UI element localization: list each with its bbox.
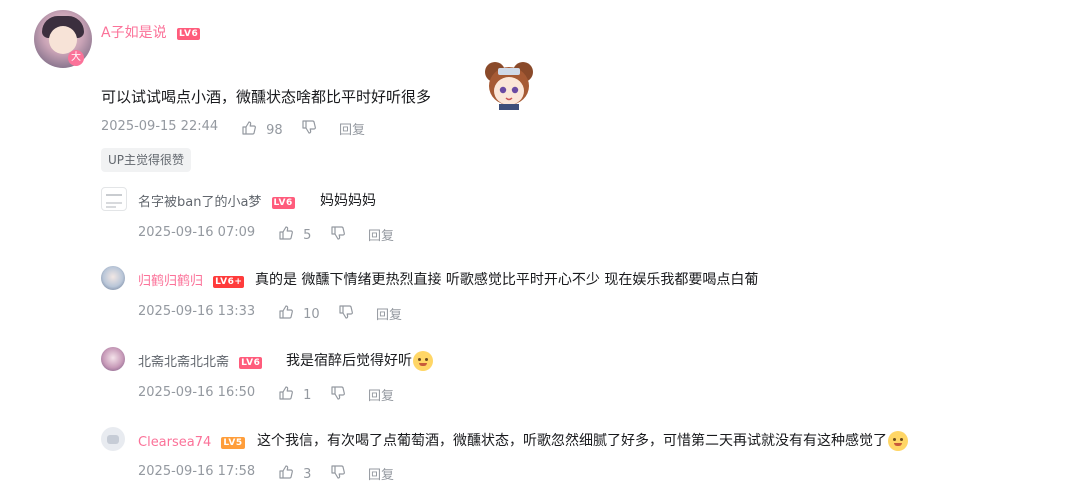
level-badge: LV6 xyxy=(177,28,201,40)
like-count: 3 xyxy=(303,467,312,482)
reply-time: 2025-09-16 16:50 xyxy=(138,385,256,400)
reply-user[interactable]: Clearsea74 LV5 xyxy=(138,431,245,450)
like-button[interactable]: 1 xyxy=(278,384,311,403)
like-button[interactable]: 98 xyxy=(241,119,283,138)
reply-username[interactable]: 归鹤归鹤归 xyxy=(138,274,203,289)
thumbs-up-icon xyxy=(279,465,293,479)
like-count: 10 xyxy=(303,307,320,322)
reply-avatar[interactable] xyxy=(101,347,125,371)
username-text[interactable]: A子如是说 xyxy=(101,25,167,41)
reply-time: 2025-09-16 13:33 xyxy=(138,304,256,319)
like-button[interactable]: 3 xyxy=(278,463,311,482)
avatar-badge: 大 xyxy=(68,50,84,66)
reply-button[interactable]: 回复 xyxy=(368,385,394,404)
thumbs-up-icon xyxy=(279,305,293,319)
like-count: 98 xyxy=(266,123,283,138)
like-button[interactable]: 10 xyxy=(278,303,320,322)
level-badge: LV6 xyxy=(239,357,263,369)
reply-text: 这个我信，有次喝了点葡萄酒，微醺状态，听歌忽然细腻了好多，可惜第二天再试就没有有… xyxy=(257,433,887,449)
comment-time: 2025-09-15 22:44 xyxy=(101,119,219,134)
like-button[interactable]: 5 xyxy=(278,224,311,243)
level-badge: LV5 xyxy=(221,437,245,449)
reply-text-row: 我是宿醉后觉得好听 xyxy=(286,350,433,371)
reply-text-row: 这个我信，有次喝了点葡萄酒，微醺状态，听歌忽然细腻了好多，可惜第二天再试就没有有… xyxy=(257,430,908,451)
level-badge: LV6 xyxy=(271,197,295,209)
like-count: 5 xyxy=(303,228,312,243)
reply-avatar[interactable] xyxy=(101,427,125,451)
reply-user[interactable]: 北斋北斋北北斋 LV6 xyxy=(138,351,263,370)
reply-text: 真的是 微醺下情绪更热烈直接 听歌感觉比平时开心不少 现在娱乐我都要喝点白葡 xyxy=(255,272,759,288)
reply-user[interactable]: 归鹤归鹤归 LV6+ xyxy=(138,270,245,289)
thumbs-down-icon[interactable] xyxy=(330,225,346,241)
up-liked-tag: UP主觉得很赞 xyxy=(101,148,192,172)
reply-username[interactable]: 名字被ban了的小a梦 xyxy=(138,195,261,210)
reply-username[interactable]: 北斋北斋北北斋 xyxy=(138,355,229,370)
sticker-image xyxy=(485,62,533,110)
thumbs-up-icon xyxy=(279,226,293,240)
reply-time: 2025-09-16 07:09 xyxy=(138,225,256,240)
reply-avatar[interactable] xyxy=(101,187,127,211)
reply-button[interactable]: 回复 xyxy=(339,119,365,138)
thumbs-up-icon xyxy=(242,121,256,135)
level-badge: LV6+ xyxy=(213,276,245,288)
reply-button[interactable]: 回复 xyxy=(368,464,394,483)
thumbs-down-icon[interactable] xyxy=(301,119,317,135)
reply-username[interactable]: Clearsea74 xyxy=(138,435,211,450)
reply-text: 妈妈妈妈 xyxy=(320,193,376,209)
emoji-icon xyxy=(413,351,433,371)
like-count: 1 xyxy=(303,388,312,403)
reply-button[interactable]: 回复 xyxy=(376,304,402,323)
thumbs-down-icon[interactable] xyxy=(330,385,346,401)
reply-avatar[interactable] xyxy=(101,266,125,290)
main-comment-text: 可以试试喝点小酒，微醺状态啥都比平时好听很多 xyxy=(101,88,432,106)
emoji-icon xyxy=(888,431,908,451)
thumbs-up-icon xyxy=(279,386,293,400)
thumbs-down-icon[interactable] xyxy=(330,464,346,480)
thumbs-down-icon[interactable] xyxy=(338,304,354,320)
reply-user[interactable]: 名字被ban了的小a梦 LV6 xyxy=(138,191,295,210)
main-comment-username[interactable]: A子如是说 LV6 xyxy=(101,22,201,42)
reply-text: 我是宿醉后觉得好听 xyxy=(286,353,412,369)
reply-time: 2025-09-16 17:58 xyxy=(138,464,256,479)
reply-button[interactable]: 回复 xyxy=(368,225,394,244)
